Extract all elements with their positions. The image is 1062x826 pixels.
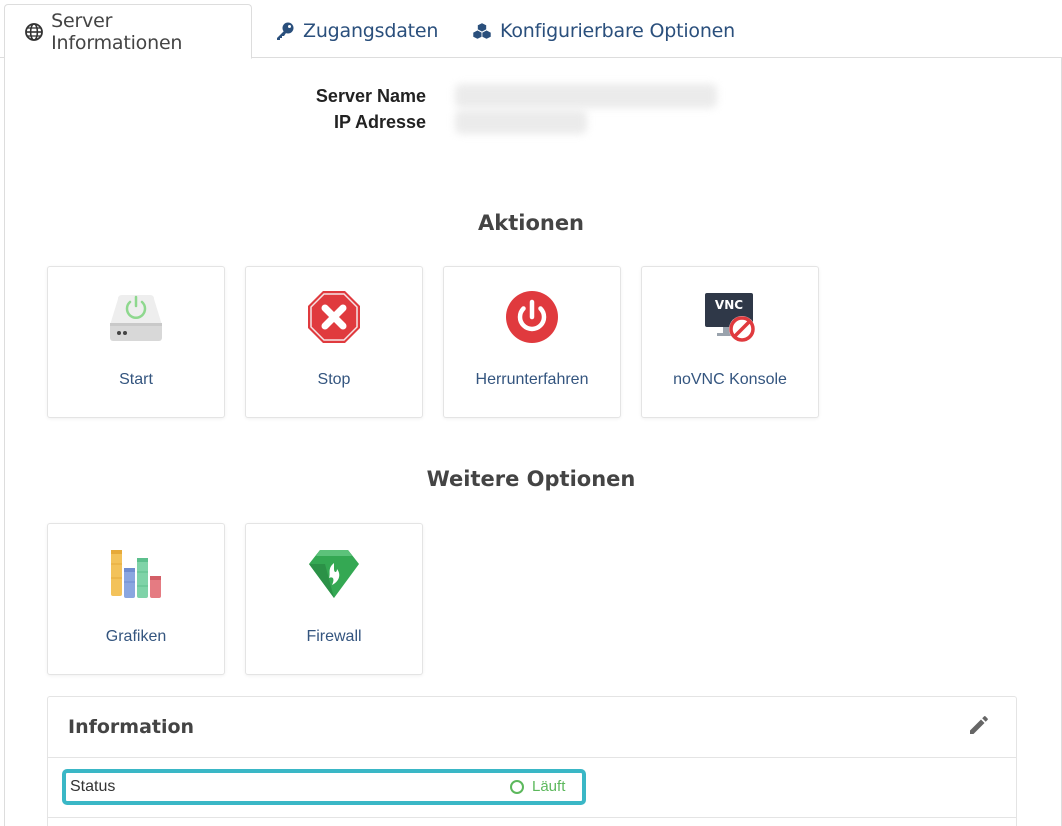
start-button[interactable]: Start xyxy=(47,266,225,418)
edit-button[interactable] xyxy=(966,714,992,740)
more-options-title: Weitere Optionen xyxy=(426,467,636,491)
svg-text:VNC: VNC xyxy=(715,298,743,312)
stop-button[interactable]: Stop xyxy=(245,266,423,418)
key-icon xyxy=(275,21,295,41)
tab-zugangsdaten[interactable]: Zugangsdaten xyxy=(255,4,458,58)
status-text: Läuft xyxy=(532,778,566,795)
shutdown-label: Herrunterfahren xyxy=(475,371,589,388)
status-label: Status xyxy=(70,778,116,795)
ip-address-label: IP Adresse xyxy=(333,112,426,132)
tab-bar: Server Informationen Zugangsdaten Konfig… xyxy=(0,0,1062,59)
firewall-button[interactable]: Firewall xyxy=(245,523,423,675)
tab-server-informationen[interactable]: Server Informationen xyxy=(4,4,252,59)
graphs-button[interactable]: Grafiken xyxy=(47,523,225,675)
stop-octagon-icon xyxy=(246,289,422,345)
information-header: Information xyxy=(48,697,1016,758)
actions-title: Aktionen xyxy=(477,211,585,235)
status-row: Status Läuft xyxy=(48,758,1016,818)
status-value: Läuft xyxy=(510,778,565,795)
page: Server Informationen Zugangsdaten Konfig… xyxy=(0,0,1062,826)
novnc-console-label: noVNC Konsole xyxy=(673,371,787,388)
novnc-console-button[interactable]: VNC noVNC Konsole xyxy=(641,266,819,418)
firewall-shield-icon xyxy=(246,546,422,602)
tab-label: Zugangsdaten xyxy=(303,20,439,42)
information-panel: Information Status Läuft xyxy=(47,696,1017,826)
vnc-disabled-icon: VNC xyxy=(642,289,818,345)
information-title: Information xyxy=(68,716,195,738)
bar-chart-icon xyxy=(48,546,224,602)
shutdown-button[interactable]: Herrunterfahren xyxy=(443,266,621,418)
status-circle-icon xyxy=(510,779,524,794)
status-highlight xyxy=(62,769,586,805)
start-label: Start xyxy=(119,371,153,388)
server-name-label: Server Name xyxy=(315,86,426,106)
stop-label: Stop xyxy=(317,371,351,388)
tab-konfigurierbare-optionen[interactable]: Konfigurierbare Optionen xyxy=(452,4,755,58)
pencil-icon xyxy=(967,713,991,742)
power-off-icon xyxy=(444,289,620,345)
firewall-label: Firewall xyxy=(306,628,362,645)
ip-address-redacted xyxy=(455,110,587,134)
globe-icon xyxy=(25,22,43,42)
server-name-redacted xyxy=(455,84,717,108)
tab-label: Konfigurierbare Optionen xyxy=(500,20,736,42)
power-drive-icon xyxy=(48,289,224,345)
graphs-label: Grafiken xyxy=(105,628,167,645)
cubes-icon xyxy=(472,21,492,41)
tab-label: Server Informationen xyxy=(51,9,183,54)
